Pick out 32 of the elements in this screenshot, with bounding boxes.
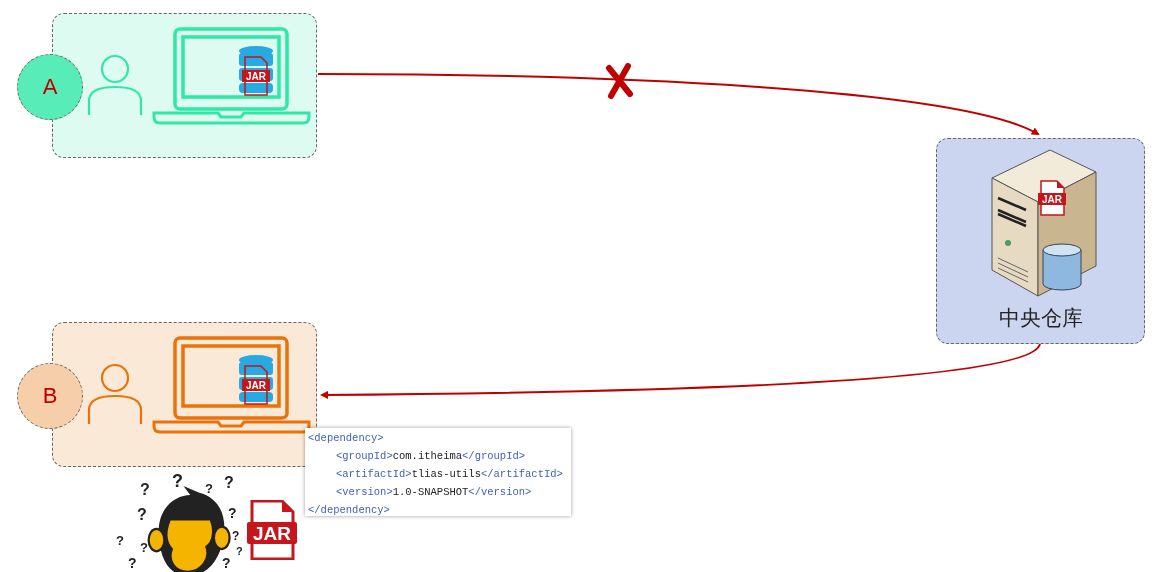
laptop-icon <box>152 336 311 434</box>
code-line: <dependency> <box>308 431 385 446</box>
jar-file-icon <box>242 56 270 96</box>
question-mark: ? <box>205 481 213 496</box>
jar-label: JAR <box>1042 194 1062 205</box>
jar-label: JAR <box>246 380 266 391</box>
jar-label: JAR <box>253 523 291 544</box>
question-mark: ? <box>128 555 137 571</box>
code-line: </dependency> <box>308 503 391 518</box>
question-mark: ? <box>140 540 148 555</box>
person-icon <box>87 362 143 426</box>
question-mark: ? <box>116 533 124 548</box>
question-mark: ? <box>137 506 147 523</box>
person-icon <box>87 53 143 117</box>
repository-label: 中央仓库 <box>997 305 1084 332</box>
developer-badge: B <box>17 363 83 429</box>
question-mark: ? <box>140 481 150 498</box>
jar-label: JAR <box>246 71 266 82</box>
question-mark: ? <box>232 529 240 543</box>
question-mark: ? <box>228 505 237 521</box>
question-mark: ? <box>236 545 243 557</box>
jar-file-icon <box>247 500 297 560</box>
laptop-icon <box>152 27 311 125</box>
question-mark: ? <box>224 474 234 491</box>
code-line: <version>1.0-SNAPSHOT</version> <box>335 485 533 500</box>
question-mark: ? <box>222 555 231 571</box>
jar-file-icon <box>242 365 270 405</box>
code-line: <groupId>com.itheima</groupId> <box>335 449 527 464</box>
developer-badge: A <box>17 54 83 120</box>
question-mark: ? <box>172 471 183 491</box>
jar-file-icon <box>1038 180 1066 216</box>
code-line: <artifactId>tlias-utils</artifactId> <box>335 467 564 482</box>
